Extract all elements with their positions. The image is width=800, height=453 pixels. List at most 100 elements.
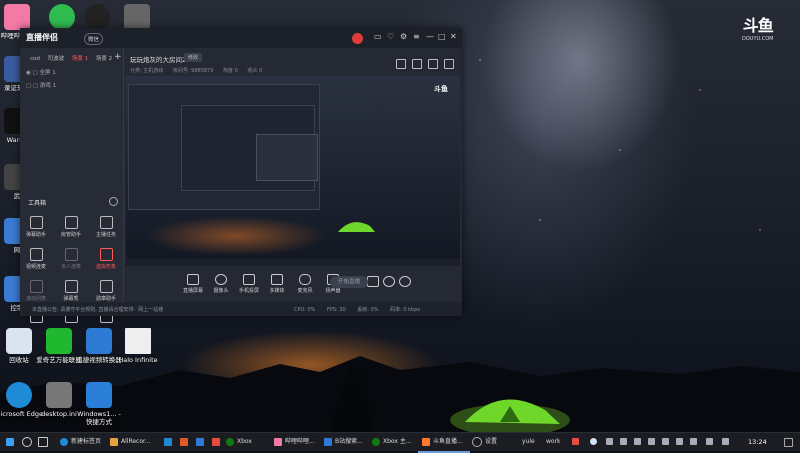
tool-virtual-avatar[interactable]: 虚拟形象 bbox=[90, 248, 122, 270]
taskbar-app-xbox[interactable]: Xbox bbox=[226, 436, 252, 448]
message-icon[interactable]: ▭ bbox=[374, 32, 382, 41]
taskbar-app-douyu[interactable]: 斗鱼直播... bbox=[422, 436, 463, 448]
share-icon[interactable] bbox=[444, 59, 454, 69]
tray-text[interactable]: yule bbox=[522, 436, 535, 448]
search-button[interactable] bbox=[22, 436, 35, 448]
taskbar-app-new-tab[interactable]: 新建标签页 bbox=[60, 436, 101, 448]
tray-app-icon[interactable] bbox=[572, 438, 579, 445]
stream-preview[interactable]: 斗鱼 bbox=[126, 76, 460, 266]
user-icon bbox=[64, 216, 78, 229]
media-button[interactable]: 多媒体 bbox=[262, 274, 292, 294]
scene-item[interactable]: ▢ ▢ 游戏 1 bbox=[26, 81, 56, 89]
tent-illustration bbox=[450, 399, 570, 432]
tab-sibobo[interactable]: 司波波 bbox=[48, 56, 65, 62]
douyu-watermark: 斗鱼 DOUYU.COM bbox=[742, 16, 774, 42]
taskbar-app-bilibili-search[interactable]: B站搜索... bbox=[324, 436, 363, 448]
close-button[interactable]: ✕ bbox=[450, 32, 457, 41]
taskbar-app-settings[interactable]: 设置 bbox=[472, 436, 497, 448]
desktop-icon-halo-infinite[interactable]: Halo Infinite bbox=[113, 328, 163, 364]
tray-app-icon[interactable] bbox=[634, 438, 641, 445]
layout-icon[interactable] bbox=[396, 59, 406, 69]
status-bar: 本直播公告: 请遵守平台规则, 直播请合理安排 · 网上一站链 CPU: 0% … bbox=[20, 302, 462, 316]
taskbar-app[interactable] bbox=[164, 436, 175, 448]
taskbar-app[interactable] bbox=[212, 436, 223, 448]
version-badge[interactable]: 微信 bbox=[84, 33, 104, 45]
scene-tabs: cod 司波波 场景 1 场景 2 + bbox=[30, 52, 122, 62]
tray-text[interactable]: work bbox=[546, 436, 561, 448]
room-title: 玩玩炮灰的大房间2 bbox=[130, 56, 187, 64]
add-scene-icon[interactable]: + bbox=[114, 52, 122, 62]
tool-scroll-list[interactable]: 滚动列表 bbox=[20, 280, 52, 302]
menu-icon[interactable]: ≡ bbox=[413, 32, 420, 41]
douyu-icon bbox=[422, 437, 430, 446]
task-view-icon bbox=[38, 436, 48, 447]
start-live-button[interactable]: 开始直播 bbox=[330, 276, 368, 288]
windows-icon bbox=[86, 382, 112, 408]
tab-scene-2[interactable]: 场景 2 bbox=[96, 56, 112, 62]
taskbar-app-xbox-console[interactable]: Xbox 主... bbox=[372, 436, 412, 448]
keyboard-icon[interactable] bbox=[706, 438, 713, 445]
taskbar-clock[interactable]: 13:24 bbox=[748, 438, 767, 446]
lock-icon[interactable] bbox=[412, 59, 422, 69]
window-titlebar: 直播伴侣 微信 ▭ ♡ ⚙ ≡ — □ ✕ bbox=[20, 28, 462, 48]
minimize-button[interactable]: — bbox=[426, 32, 434, 41]
tool-danmu-show[interactable]: 弹幕秀 bbox=[55, 280, 87, 302]
tool-video-link[interactable]: 视频连麦 bbox=[20, 248, 52, 270]
desktop-icon-windows-shortcut[interactable]: Windows1... - 快捷方式 bbox=[74, 382, 124, 426]
volume-icon[interactable] bbox=[690, 438, 697, 445]
room-info: 分类: 主机游戏 房间号: 9885879 热度 0 观众 0 bbox=[130, 68, 263, 74]
play-icon bbox=[271, 274, 283, 285]
document-icon bbox=[125, 328, 151, 354]
edit-room-tag[interactable]: 修改 bbox=[184, 53, 203, 62]
taskbar-app[interactable] bbox=[180, 436, 191, 448]
taskbar-app[interactable] bbox=[196, 436, 207, 448]
tray-app-icon[interactable] bbox=[606, 438, 613, 445]
app-brand: 直播伴侣 bbox=[26, 33, 58, 42]
notification-icon[interactable] bbox=[784, 438, 793, 447]
danmu-show-icon bbox=[64, 280, 78, 293]
skin-icon[interactable]: ♡ bbox=[387, 32, 394, 41]
task-view-button[interactable] bbox=[38, 436, 51, 448]
taskbar-app-bilibili[interactable]: 哔哩哔哩... bbox=[274, 436, 315, 448]
start-button[interactable] bbox=[6, 436, 17, 448]
camera-button[interactable]: 摄像头 bbox=[206, 274, 236, 294]
toolbox-title: 工具箱 bbox=[28, 200, 47, 207]
input-method-icon[interactable] bbox=[722, 438, 729, 445]
tool-anchor-task[interactable]: 主播任务 bbox=[90, 216, 122, 238]
windows-logo-icon bbox=[6, 437, 14, 446]
status-message: 本直播公告: 请遵守平台规则, 直播请合理安排 · 网上一站链 bbox=[32, 307, 164, 313]
stream-settings-button[interactable] bbox=[390, 276, 420, 289]
toolbox-settings-icon[interactable] bbox=[109, 197, 118, 206]
screen-capture-button[interactable]: 直播屏幕 bbox=[178, 274, 208, 294]
phone-cast-button[interactable]: 手机投屏 bbox=[234, 274, 264, 294]
app-icon bbox=[164, 437, 172, 446]
tool-multi-link[interactable]: 多人连麦 bbox=[55, 248, 87, 270]
user-avatar[interactable] bbox=[352, 33, 363, 44]
maximize-button[interactable]: □ bbox=[438, 32, 446, 41]
tool-medal-helper[interactable]: 勋章助手 bbox=[90, 280, 122, 302]
recycle-bin-icon bbox=[6, 328, 32, 354]
browser-icon bbox=[324, 437, 332, 446]
preview-tent bbox=[338, 222, 375, 232]
tool-danmu-helper[interactable]: 弹幕助手 bbox=[20, 216, 52, 238]
preview-taskbar bbox=[126, 258, 460, 266]
medal-icon bbox=[99, 280, 113, 293]
microphone-button[interactable]: 麦克风 bbox=[290, 274, 320, 294]
qq-icon bbox=[84, 4, 110, 30]
tray-app-icon[interactable] bbox=[648, 438, 655, 445]
tab-scene-1[interactable]: 场景 1 bbox=[72, 56, 88, 62]
tab-cod[interactable]: cod bbox=[30, 56, 40, 62]
microphone-icon bbox=[299, 274, 311, 285]
nested-window-preview bbox=[181, 105, 318, 191]
xbox-icon bbox=[226, 437, 234, 446]
settings-icon[interactable]: ⚙ bbox=[400, 32, 407, 41]
scene-item[interactable]: ◉ ▢ 全屏 1 bbox=[26, 68, 56, 76]
tray-app-icon[interactable] bbox=[620, 438, 627, 445]
cloud-icon[interactable] bbox=[590, 438, 597, 445]
app-icon bbox=[196, 437, 204, 446]
tray-app-icon[interactable] bbox=[662, 438, 669, 445]
screenshot-icon[interactable] bbox=[428, 59, 438, 69]
network-icon[interactable] bbox=[676, 438, 683, 445]
tool-room-admin[interactable]: 房管助手 bbox=[55, 216, 87, 238]
taskbar-app-allrecorder[interactable]: AllRecor... bbox=[110, 436, 151, 448]
